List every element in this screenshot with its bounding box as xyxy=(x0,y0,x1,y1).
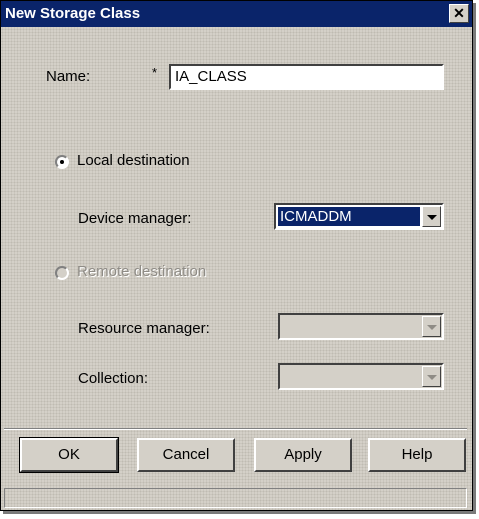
close-icon: ✕ xyxy=(453,5,465,21)
dropdown-arrow-icon[interactable] xyxy=(422,366,441,387)
dialog-title: New Storage Class xyxy=(5,5,141,22)
resource-manager-select[interactable] xyxy=(278,313,444,340)
dropdown-arrow-icon[interactable] xyxy=(422,206,441,227)
required-marker: * xyxy=(152,65,158,80)
dropdown-arrow-icon[interactable] xyxy=(422,316,441,337)
local-destination-label[interactable]: Local destination xyxy=(77,152,190,169)
name-label: Name: xyxy=(46,68,90,85)
device-manager-label: Device manager: xyxy=(78,210,192,227)
resource-manager-label: Resource manager: xyxy=(78,320,210,337)
title-bar[interactable]: New Storage Class ✕ xyxy=(1,1,472,27)
apply-button[interactable]: Apply xyxy=(254,438,352,472)
divider xyxy=(4,428,467,430)
status-bar xyxy=(4,488,467,508)
device-manager-value: ICMADDM xyxy=(278,207,420,226)
remote-destination-label[interactable]: Remote destination xyxy=(77,263,206,280)
collection-value xyxy=(282,367,420,386)
close-button[interactable]: ✕ xyxy=(449,4,469,23)
ok-button[interactable]: OK xyxy=(19,437,119,473)
help-button[interactable]: Help xyxy=(368,438,466,472)
collection-select[interactable] xyxy=(278,363,444,390)
new-storage-class-dialog: New Storage Class ✕ Name: * IA_CLASS Loc… xyxy=(0,0,473,511)
resource-manager-value xyxy=(282,317,420,336)
cancel-button[interactable]: Cancel xyxy=(137,438,235,472)
local-destination-radio[interactable] xyxy=(55,155,69,169)
name-label-text: Name: xyxy=(46,68,91,85)
collection-label: Collection: xyxy=(78,370,149,387)
remote-destination-radio[interactable] xyxy=(55,266,69,280)
name-input[interactable]: IA_CLASS xyxy=(169,64,444,90)
device-manager-select[interactable]: ICMADDM xyxy=(274,203,444,230)
